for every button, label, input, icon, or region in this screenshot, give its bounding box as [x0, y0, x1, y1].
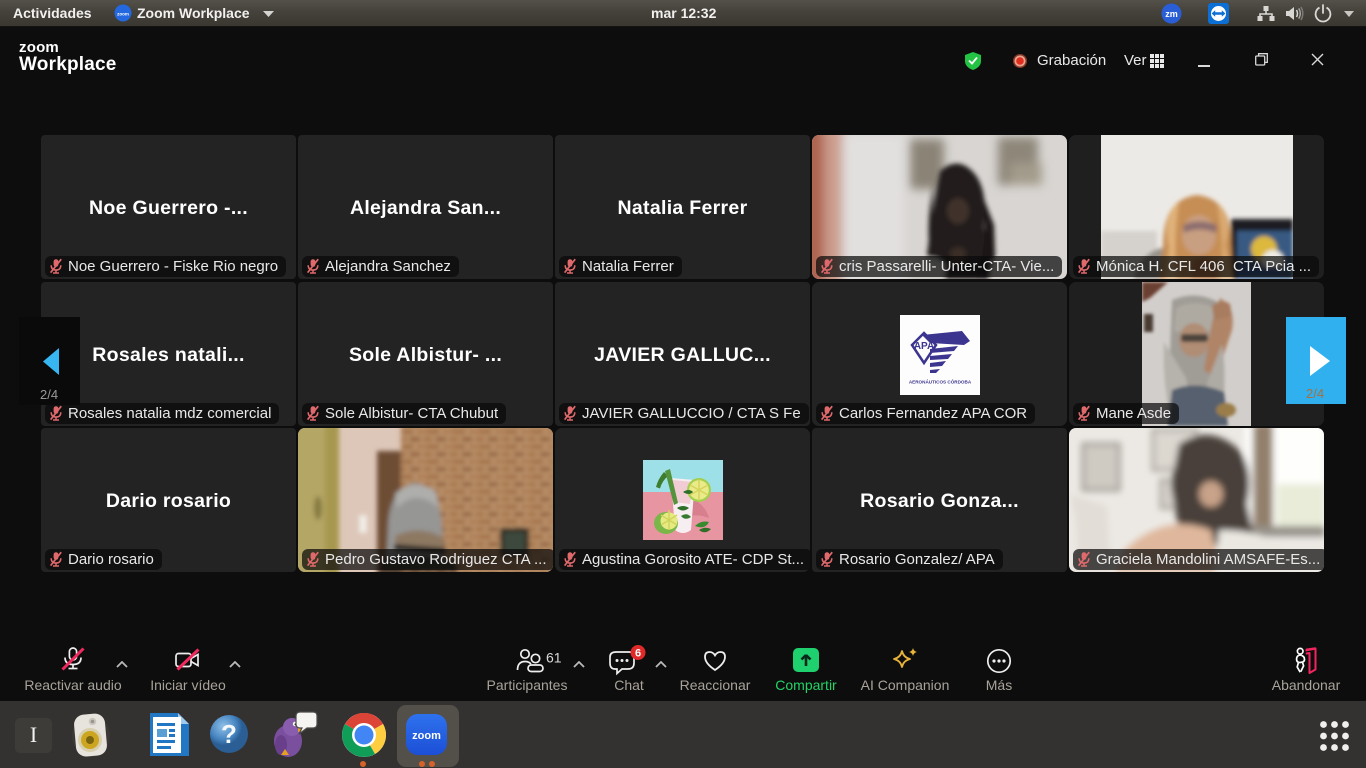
svg-text:AERONÁUTICOS CÓRDOBA: AERONÁUTICOS CÓRDOBA: [908, 378, 971, 385]
svg-text:zoom: zoom: [412, 730, 441, 742]
svg-text:zoom: zoom: [117, 12, 129, 17]
svg-text:?: ?: [221, 719, 237, 749]
svg-text:6: 6: [635, 648, 641, 660]
svg-text:zm: zm: [1165, 9, 1178, 19]
